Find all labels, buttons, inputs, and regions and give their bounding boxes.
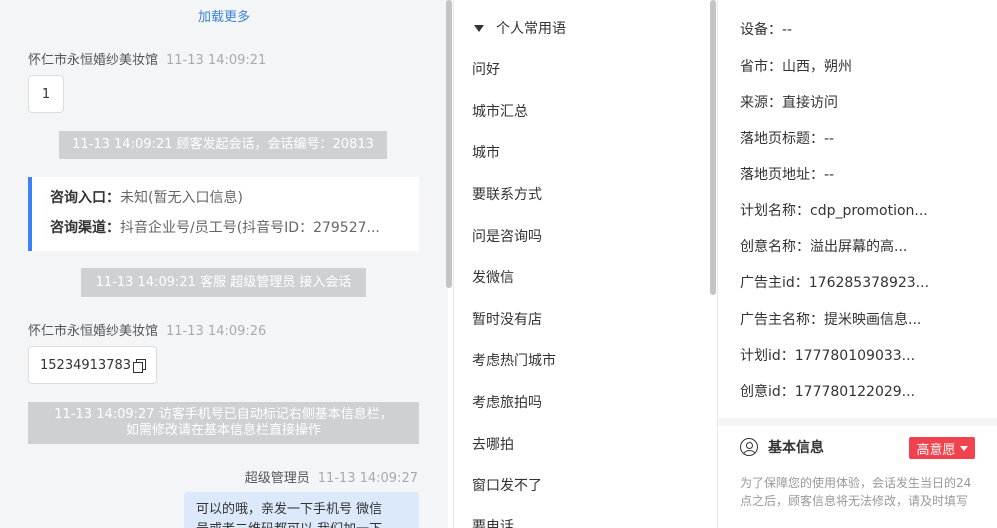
copy-icon[interactable] <box>132 358 146 373</box>
info-campaign-id: 计划id：177780109033... <box>740 348 916 364</box>
consult-channel-row: 咨询渠道：抖音企业号/员工号(抖音号ID：279527... <box>50 217 415 239</box>
message-time: 11-13 14:09:26 <box>166 324 267 339</box>
system-message-line: 11-13 14:09:27 访客手机号已自动标记右侧基本信息栏， <box>54 407 393 422</box>
consult-entry-row: 咨询入口：未知(暂无入口信息) <box>50 187 415 209</box>
load-more-link[interactable]: 加载更多 <box>0 6 448 25</box>
phrase-item[interactable]: 考虑热门城市 <box>472 350 556 370</box>
phrase-item[interactable]: 发微信 <box>472 267 514 287</box>
system-message: 11-13 14:09:21 顾客发起会话，会话编号：20813 <box>59 131 387 159</box>
user-icon <box>740 438 758 456</box>
system-message: 11-13 14:09:21 客服 超级管理员 接入会话 <box>81 268 366 297</box>
phrase-item[interactable]: 暂时没有店 <box>472 309 542 329</box>
phrase-item[interactable]: 要电话 <box>472 516 514 528</box>
phrase-item[interactable]: 问好 <box>472 59 500 79</box>
message-text-line: 号或者二维码都可以 我们加一下 <box>196 520 407 528</box>
phrase-item[interactable]: 要联系方式 <box>472 184 542 204</box>
system-message-line: 如需修改请在基本信息栏直接操作 <box>125 423 321 438</box>
info-creative-id: 创意id：177780122029... <box>740 384 916 400</box>
consult-entry-label: 咨询入口： <box>50 190 120 206</box>
message-sender: 怀仁市永恒婚纱美妆馆 11-13 14:09:21 <box>28 49 266 68</box>
caret-down-icon <box>959 445 968 451</box>
info-campaign-name: 计划名称：cdp_promotion... <box>740 203 928 219</box>
basic-info-header: 基本信息 <box>740 437 824 457</box>
message-bubble: 1 <box>28 75 64 113</box>
phrases-scrollbar[interactable] <box>710 0 716 295</box>
phrase-item[interactable]: 窗口发不了 <box>472 475 542 495</box>
phrases-panel: 个人常用语 问好 城市汇总 城市 要联系方式 问是咨询吗 发微信 暂时没有店 考… <box>453 0 716 528</box>
intent-level-label: 高意愿 <box>916 442 956 458</box>
consult-channel-value: 抖音企业号/员工号(抖音号ID：279527... <box>120 220 380 236</box>
sender-name: 怀仁市永恒婚纱美妆馆 <box>28 53 159 68</box>
info-source: 来源：直接访问 <box>740 95 838 111</box>
caret-down-icon <box>474 24 484 32</box>
message-text: 1 <box>41 86 51 102</box>
phone-text: 15234913783 <box>40 357 131 373</box>
phrase-item[interactable]: 考虑旅拍吗 <box>472 392 542 412</box>
info-region: 省市：山西，朔州 <box>740 59 852 75</box>
section-divider <box>718 418 997 426</box>
basic-info-title: 基本信息 <box>768 440 824 456</box>
info-device: 设备：-- <box>740 22 793 38</box>
system-message: 11-13 14:09:27 访客手机号已自动标记右侧基本信息栏， 如需修改请在… <box>28 402 419 444</box>
info-landing-title: 落地页标题：-- <box>740 131 835 147</box>
message-bubble: 15234913783 <box>28 346 157 384</box>
message-sender: 超级管理员 11-13 14:09:27 <box>245 467 418 486</box>
info-advertiser-name: 广告主名称：提米映画信息... <box>740 312 922 328</box>
info-landing-url: 落地页地址：-- <box>740 167 835 183</box>
consult-channel-label: 咨询渠道： <box>50 220 120 236</box>
intent-level-dropdown[interactable]: 高意愿 <box>909 437 975 459</box>
phrase-item[interactable]: 城市 <box>472 142 500 162</box>
consult-info-card: 咨询入口：未知(暂无入口信息) 咨询渠道：抖音企业号/员工号(抖音号ID：279… <box>28 177 419 251</box>
visitor-info-panel: 设备：-- 省市：山西，朔州 来源：直接访问 落地页标题：-- 落地页地址：--… <box>717 0 997 528</box>
message-sender: 怀仁市永恒婚纱美妆馆 11-13 14:09:26 <box>28 320 266 339</box>
phrases-group-title: 个人常用语 <box>496 21 566 37</box>
phrases-group-header[interactable]: 个人常用语 <box>474 18 566 38</box>
message-text-line: 可以的哦，亲发一下手机号 微信 <box>196 502 383 517</box>
message-time: 11-13 14:09:21 <box>166 53 267 68</box>
consult-entry-value: 未知(暂无入口信息) <box>120 190 243 206</box>
phrase-item[interactable]: 城市汇总 <box>472 101 528 121</box>
message-time: 11-13 14:09:27 <box>317 471 418 486</box>
agent-message-bubble: 可以的哦，亲发一下手机号 微信 号或者二维码都可以 我们加一下 <box>184 492 419 528</box>
info-advertiser-id: 广告主id：176285378923... <box>740 275 930 291</box>
sender-name: 怀仁市永恒婚纱美妆馆 <box>28 324 159 339</box>
phrase-item[interactable]: 问是咨询吗 <box>472 226 542 246</box>
chat-scrollbar[interactable] <box>446 0 452 288</box>
edit-deadline-notice: 为了保障您的使用体验，会话发生当日的24点之后，顾客信息将无法修改，请及时填写 <box>740 476 972 508</box>
phrase-item[interactable]: 去哪拍 <box>472 434 514 454</box>
sender-name: 超级管理员 <box>244 471 310 486</box>
chat-panel: 加载更多 怀仁市永恒婚纱美妆馆 11-13 14:09:21 1 11-13 14… <box>0 0 448 528</box>
info-creative-name: 创意名称：溢出屏幕的高... <box>740 239 908 255</box>
